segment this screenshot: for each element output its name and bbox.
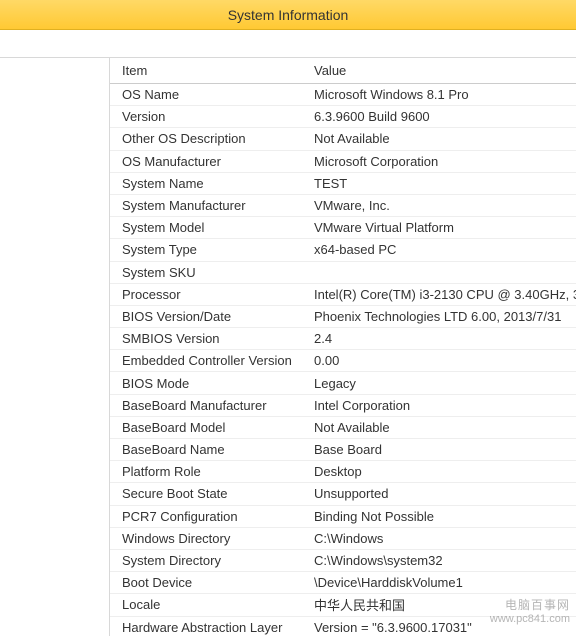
row-value: C:\Windows\system32 — [310, 553, 576, 568]
row-value: VMware, Inc. — [310, 198, 576, 213]
row-item: System SKU — [110, 265, 310, 280]
row-value: Desktop — [310, 464, 576, 479]
table-row[interactable]: OS ManufacturerMicrosoft Corporation — [110, 151, 576, 173]
table-row[interactable]: Locale中华人民共和国 — [110, 594, 576, 616]
row-value: C:\Windows — [310, 531, 576, 546]
row-item: System Name — [110, 176, 310, 191]
header-value[interactable]: Value — [310, 63, 576, 78]
row-value: Binding Not Possible — [310, 509, 576, 524]
header-item[interactable]: Item — [110, 63, 310, 78]
navigation-pane[interactable] — [0, 58, 110, 636]
system-info-grid: Item Value OS NameMicrosoft Windows 8.1 … — [110, 58, 576, 636]
row-item: System Model — [110, 220, 310, 235]
row-value: Phoenix Technologies LTD 6.00, 2013/7/31 — [310, 309, 576, 324]
details-pane: Item Value OS NameMicrosoft Windows 8.1 … — [110, 58, 576, 636]
row-item: Other OS Description — [110, 131, 310, 146]
row-value: \Device\HarddiskVolume1 — [310, 575, 576, 590]
row-item: BaseBoard Model — [110, 420, 310, 435]
row-item: OS Manufacturer — [110, 154, 310, 169]
row-value: TEST — [310, 176, 576, 191]
row-item: Boot Device — [110, 575, 310, 590]
table-row[interactable]: Other OS DescriptionNot Available — [110, 128, 576, 150]
table-row[interactable]: System DirectoryC:\Windows\system32 — [110, 550, 576, 572]
row-value: Legacy — [310, 376, 576, 391]
content-area: Item Value OS NameMicrosoft Windows 8.1 … — [0, 58, 576, 636]
row-item: System Type — [110, 242, 310, 257]
row-value: 2.4 — [310, 331, 576, 346]
table-row[interactable]: ProcessorIntel(R) Core(TM) i3-2130 CPU @… — [110, 284, 576, 306]
table-row[interactable]: Platform RoleDesktop — [110, 461, 576, 483]
table-row[interactable]: Windows DirectoryC:\Windows — [110, 528, 576, 550]
row-value: Version = "6.3.9600.17031" — [310, 620, 576, 635]
table-row[interactable]: Embedded Controller Version0.00 — [110, 350, 576, 372]
row-item: Embedded Controller Version — [110, 353, 310, 368]
row-item: BIOS Version/Date — [110, 309, 310, 324]
table-row[interactable]: BIOS Version/DatePhoenix Technologies LT… — [110, 306, 576, 328]
table-row[interactable]: System Typex64-based PC — [110, 239, 576, 261]
row-item: Processor — [110, 287, 310, 302]
row-item: System Manufacturer — [110, 198, 310, 213]
table-row[interactable]: PCR7 ConfigurationBinding Not Possible — [110, 506, 576, 528]
grid-header[interactable]: Item Value — [110, 58, 576, 84]
window-title: System Information — [228, 7, 349, 23]
table-row[interactable]: BIOS ModeLegacy — [110, 372, 576, 394]
row-item: Secure Boot State — [110, 486, 310, 501]
row-value: Intel(R) Core(TM) i3-2130 CPU @ 3.40GHz,… — [310, 287, 576, 302]
title-bar: System Information — [0, 0, 576, 30]
row-item: Windows Directory — [110, 531, 310, 546]
row-value: Not Available — [310, 420, 576, 435]
row-value: x64-based PC — [310, 242, 576, 257]
table-row[interactable]: Secure Boot StateUnsupported — [110, 483, 576, 505]
table-row[interactable]: SMBIOS Version2.4 — [110, 328, 576, 350]
row-value: Base Board — [310, 442, 576, 457]
table-row[interactable]: System SKU — [110, 262, 576, 284]
row-value: 0.00 — [310, 353, 576, 368]
table-row[interactable]: System ModelVMware Virtual Platform — [110, 217, 576, 239]
table-row[interactable]: Hardware Abstraction LayerVersion = "6.3… — [110, 617, 576, 636]
table-row[interactable]: Boot Device\Device\HarddiskVolume1 — [110, 572, 576, 594]
toolbar-strip — [0, 30, 576, 58]
row-item: OS Name — [110, 87, 310, 102]
row-item: Hardware Abstraction Layer — [110, 620, 310, 635]
row-item: System Directory — [110, 553, 310, 568]
row-value: VMware Virtual Platform — [310, 220, 576, 235]
row-item: BaseBoard Manufacturer — [110, 398, 310, 413]
row-value: 6.3.9600 Build 9600 — [310, 109, 576, 124]
table-row[interactable]: BaseBoard ModelNot Available — [110, 417, 576, 439]
table-row[interactable]: Version6.3.9600 Build 9600 — [110, 106, 576, 128]
table-row[interactable]: BaseBoard NameBase Board — [110, 439, 576, 461]
row-value: Unsupported — [310, 486, 576, 501]
row-value: Not Available — [310, 131, 576, 146]
table-row[interactable]: OS NameMicrosoft Windows 8.1 Pro — [110, 84, 576, 106]
row-item: Platform Role — [110, 464, 310, 479]
row-item: Locale — [110, 597, 310, 612]
row-value: Microsoft Windows 8.1 Pro — [310, 87, 576, 102]
table-row[interactable]: System NameTEST — [110, 173, 576, 195]
row-item: SMBIOS Version — [110, 331, 310, 346]
table-row[interactable]: BaseBoard ManufacturerIntel Corporation — [110, 395, 576, 417]
table-row[interactable]: System ManufacturerVMware, Inc. — [110, 195, 576, 217]
row-item: BaseBoard Name — [110, 442, 310, 457]
row-item: BIOS Mode — [110, 376, 310, 391]
grid-body: OS NameMicrosoft Windows 8.1 ProVersion6… — [110, 84, 576, 636]
row-value: Intel Corporation — [310, 398, 576, 413]
row-item: PCR7 Configuration — [110, 509, 310, 524]
row-value: Microsoft Corporation — [310, 154, 576, 169]
row-item: Version — [110, 109, 310, 124]
row-value: 中华人民共和国 — [310, 595, 576, 614]
